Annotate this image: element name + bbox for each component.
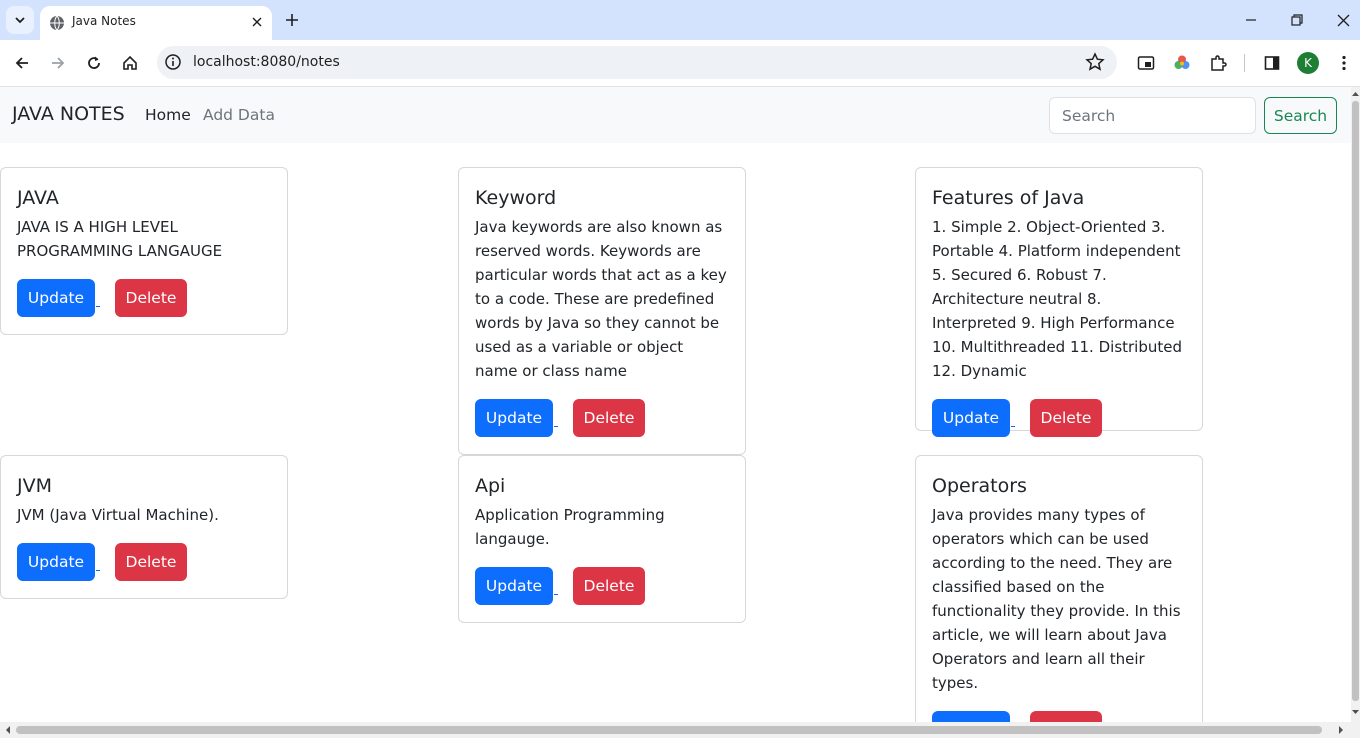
globe-icon [50, 15, 64, 31]
note-card: Features of Java 1. Simple 2. Object-Ori… [915, 167, 1203, 437]
link-underline [554, 594, 558, 595]
more-vertical-icon [1342, 55, 1346, 71]
delete-button[interactable]: Delete [573, 399, 645, 437]
note-card: JVM JVM (Java Virtual Machine). Update D… [0, 455, 288, 599]
note-title: Api [475, 475, 506, 497]
note-card: Api Application Programming langauge. Up… [458, 455, 746, 623]
close-icon [1337, 14, 1349, 26]
close-icon [252, 17, 262, 27]
note-actions: Update Delete [932, 711, 1186, 722]
note-text: Java provides many types of operators wh… [932, 506, 1181, 692]
puzzle-icon [1211, 55, 1227, 71]
delete-button[interactable]: Delete [573, 567, 645, 605]
bookmark-star-icon[interactable] [1085, 52, 1105, 72]
note-title: Operators [932, 475, 1027, 497]
delete-button[interactable]: Delete [115, 543, 187, 581]
minimize-button[interactable] [1236, 6, 1266, 34]
new-tab-button[interactable] [280, 8, 304, 32]
note-actions: Update Delete [475, 567, 729, 605]
browser-menu-button[interactable] [1331, 50, 1357, 76]
picture-in-picture-icon [1137, 56, 1155, 70]
note-title: Keyword [475, 187, 557, 209]
note-card: Operators Java provides many types of op… [915, 455, 1203, 722]
url-text[interactable]: localhost:8080/notes [193, 54, 340, 70]
link-underline [96, 306, 100, 307]
scroll-left-arrow-icon[interactable] [3, 722, 13, 738]
nav-link-home[interactable]: Home [145, 106, 191, 124]
scroll-right-arrow-icon[interactable] [1336, 722, 1346, 738]
profile-avatar[interactable]: K [1297, 52, 1319, 74]
update-button[interactable]: Update [475, 567, 553, 605]
tab-search-button[interactable] [6, 6, 34, 34]
extensions-button[interactable] [1205, 50, 1231, 76]
restore-button[interactable] [1282, 6, 1312, 34]
toolbar-separator [1244, 54, 1245, 72]
search-input[interactable] [1049, 97, 1256, 134]
reload-icon [88, 56, 100, 69]
vertical-scrollbar[interactable] [1351, 87, 1360, 722]
restore-icon [1291, 14, 1303, 26]
tab-close-button[interactable] [248, 13, 266, 31]
navbar-brand[interactable]: JAVA NOTES [12, 103, 125, 125]
note-text: Java keywords are also known as reserved… [475, 218, 727, 380]
browser-toolbar: localhost:8080/notes K [0, 40, 1360, 87]
note-text: JAVA IS A HIGH LEVEL PROGRAMMING LANGAUG… [17, 218, 223, 260]
chevron-down-icon [15, 17, 25, 24]
update-button[interactable]: Update [475, 399, 553, 437]
forward-button[interactable] [45, 50, 71, 76]
note-card: JAVA JAVA IS A HIGH LEVEL PROGRAMMING LA… [0, 167, 288, 335]
link-underline [554, 426, 558, 427]
home-button[interactable] [117, 50, 143, 76]
navbar: JAVA NOTES Home Add Data Search [0, 87, 1351, 143]
link-underline [1011, 426, 1015, 427]
link-underline [96, 570, 100, 571]
note-title: JVM [17, 475, 52, 497]
update-button[interactable]: Update [17, 543, 95, 581]
scroll-down-arrow-icon[interactable] [1351, 707, 1360, 717]
note-title: Features of Java [932, 187, 1085, 209]
update-button[interactable]: Update [932, 399, 1010, 437]
note-actions: Update Delete [475, 399, 729, 437]
arrow-left-icon [15, 57, 28, 69]
color-wheel-icon [1174, 55, 1190, 69]
close-window-button[interactable] [1328, 6, 1358, 34]
color-extension-button[interactable] [1169, 50, 1195, 76]
tab-title: Java Notes [72, 14, 136, 28]
reload-button[interactable] [81, 50, 107, 76]
note-actions: Update Delete [17, 279, 271, 317]
vertical-scroll-thumb[interactable] [1352, 101, 1359, 701]
note-title: JAVA [17, 187, 59, 209]
side-panel-button[interactable] [1259, 50, 1285, 76]
arrow-right-icon [52, 57, 65, 69]
back-button[interactable] [9, 50, 35, 76]
update-button[interactable]: Update [17, 279, 95, 317]
nav-link-add-data[interactable]: Add Data [203, 106, 275, 124]
plus-icon [286, 14, 298, 26]
site-info-icon[interactable] [164, 53, 182, 71]
horizontal-scroll-thumb[interactable] [16, 726, 1322, 734]
browser-tab-strip: Java Notes [0, 0, 1360, 40]
browser-tab[interactable]: Java Notes [40, 6, 272, 40]
note-actions: Update Delete [17, 543, 271, 581]
horizontal-scrollbar[interactable] [0, 722, 1360, 738]
page-viewport: JAVA NOTES Home Add Data Search JAVA JAV… [0, 87, 1351, 722]
delete-button[interactable]: Delete [115, 279, 187, 317]
note-card: Keyword Java keywords are also known as … [458, 167, 746, 455]
minimize-icon [1246, 19, 1256, 21]
delete-button[interactable]: Delete [1030, 399, 1102, 437]
note-text: 1. Simple 2. Object-Oriented 3. Portable… [932, 218, 1183, 380]
search-button[interactable]: Search [1264, 97, 1337, 134]
note-actions: Update Delete [932, 399, 1186, 437]
scroll-up-arrow-icon[interactable] [1351, 89, 1360, 99]
side-panel-icon [1264, 56, 1280, 70]
address-bar[interactable]: localhost:8080/notes [157, 46, 1117, 79]
note-text: Application Programming langauge. [475, 506, 665, 548]
update-button[interactable]: Update [932, 711, 1010, 722]
note-text: JVM (Java Virtual Machine). [17, 506, 219, 524]
home-icon [123, 55, 137, 70]
picture-in-picture-button[interactable] [1133, 50, 1159, 76]
delete-button[interactable]: Delete [1030, 711, 1102, 722]
